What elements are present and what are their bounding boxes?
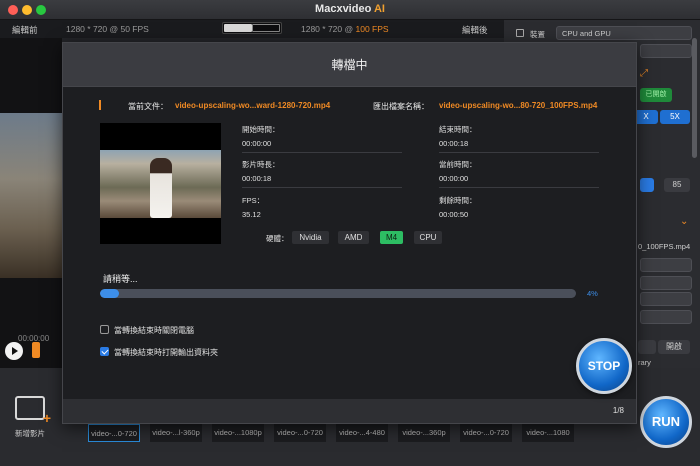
value-field[interactable]: 85 <box>664 178 690 192</box>
remaining-time-label: 剩餘時間： <box>439 196 477 205</box>
add-video-label: 新增影片 <box>15 429 45 438</box>
progress-percent: 4% <box>587 289 598 298</box>
open-folder-button[interactable]: 開啟 <box>658 340 690 354</box>
device-label: 裝置 <box>530 30 545 39</box>
library-text: rary <box>638 358 651 367</box>
folder-select[interactable] <box>640 310 692 324</box>
preview-image <box>0 113 62 278</box>
format-select[interactable] <box>640 258 692 272</box>
device-checkbox[interactable] <box>516 29 524 37</box>
video-preview <box>100 123 221 244</box>
hardware-nvidia[interactable]: Nvidia <box>292 231 329 244</box>
codec-select[interactable] <box>640 292 692 306</box>
start-time-value: 00:00:00 <box>242 139 272 148</box>
app-title-main: Macxvideo <box>315 3 372 15</box>
end-time-label: 結束時間： <box>439 125 477 134</box>
current-file-label: 當前文件： <box>128 102 168 111</box>
compare-toggle[interactable] <box>222 22 282 34</box>
output-filename: 0_100FPS.mp4 <box>638 242 691 251</box>
divider <box>439 187 599 188</box>
fps-label: FPS： <box>242 196 265 205</box>
scale-5x-chip[interactable]: 5X <box>660 110 690 124</box>
hardware-m4[interactable]: M4 <box>380 231 403 244</box>
current-time-value: 00:00:00 <box>439 174 469 183</box>
video-thumbnail[interactable]: video-...4-480 <box>336 424 388 442</box>
add-video-icon <box>15 396 51 426</box>
slider-handle[interactable] <box>640 178 654 192</box>
side-by-side-icon <box>252 24 280 32</box>
video-thumbnail[interactable]: video-...0-720 <box>88 424 140 442</box>
before-label: 編輯前 <box>12 25 38 35</box>
divider <box>242 152 402 153</box>
folder-browse-button[interactable] <box>638 340 656 354</box>
scale-1x-chip[interactable]: X <box>634 110 658 124</box>
model-select[interactable] <box>640 44 692 58</box>
progress-bar <box>100 289 576 298</box>
hardware-cpu[interactable]: CPU <box>414 231 442 244</box>
conversion-dialog: 轉檔中 當前文件： video-upscaling-wo...ward-1280… <box>62 42 637 424</box>
end-time-value: 00:00:18 <box>439 139 469 148</box>
device-select-value: CPU and GPU <box>562 29 611 38</box>
page-indicator: 1/8 <box>612 406 624 415</box>
shutdown-checkbox[interactable] <box>100 325 109 334</box>
video-thumbnail[interactable]: video-...0-720 <box>460 424 512 442</box>
hardware-label: 硬體： <box>266 234 289 243</box>
video-thumbnail[interactable]: video-...1080 <box>522 424 574 442</box>
open-folder-checkbox[interactable] <box>100 347 109 356</box>
video-thumbnail-list: video-...0-720 video-...l-360p video-...… <box>88 424 608 444</box>
quality-select[interactable] <box>640 276 692 290</box>
status-chip: 已開啟 <box>640 88 672 102</box>
open-folder-option-label: 當轉換結束時打開輸出資料夾 <box>114 348 218 357</box>
fps-value: 35.12 <box>242 210 261 219</box>
original-preview: 00:00:00 <box>0 38 62 368</box>
app-title: Macxvideo AI <box>0 3 700 15</box>
current-file-name: video-upscaling-wo...ward-1280-720.mp4 <box>175 101 331 110</box>
dialog-title: 轉檔中 <box>63 43 636 87</box>
video-thumbnail[interactable]: video-...1080p <box>212 424 264 442</box>
divider <box>439 152 599 153</box>
video-thumbnail[interactable]: video-...360p <box>398 424 450 442</box>
shutdown-option-label: 當轉換結束時關閉電腦 <box>114 326 194 335</box>
before-resolution: 1280 * 720 @ 50 FPS <box>66 24 149 34</box>
add-video-button[interactable]: 新增影片 <box>10 396 51 439</box>
duration-value: 00:00:18 <box>242 174 272 183</box>
remaining-time-value: 00:00:50 <box>439 210 469 219</box>
progress-fill <box>100 289 120 298</box>
dialog-body: 當前文件： video-upscaling-wo...ward-1280-720… <box>63 87 636 399</box>
current-time-label: 當前時間： <box>439 160 477 169</box>
split-view-icon <box>224 24 252 32</box>
panel-scrollbar[interactable] <box>692 38 697 158</box>
video-thumbnail[interactable]: video-...l-360p <box>150 424 202 442</box>
preview-scene <box>100 150 221 218</box>
after-resolution-prefix: 1280 * 720 @ <box>301 24 356 34</box>
app-window: Macxvideo AI 編輯前 1280 * 720 @ 50 FPS 128… <box>0 0 700 466</box>
trim-handle[interactable] <box>32 342 40 358</box>
output-name-label: 匯出檔案名稱： <box>373 102 429 111</box>
shutdown-option[interactable]: 當轉換結束時關閉電腦 <box>100 325 194 335</box>
stop-button[interactable]: STOP <box>576 338 632 394</box>
open-folder-option[interactable]: 當轉換結束時打開輸出資料夾 <box>100 347 218 357</box>
wait-text: 請稍等... <box>103 274 138 284</box>
after-resolution-fps: 100 FPS <box>355 24 389 34</box>
start-time-label: 開始時間： <box>242 125 280 134</box>
app-title-ai: AI <box>373 3 385 15</box>
expand-icon[interactable]: ⤢ <box>640 68 648 79</box>
device-select[interactable]: CPU and GPU <box>556 26 692 40</box>
play-icon[interactable] <box>5 342 23 360</box>
after-label: 編輯後 <box>462 25 488 35</box>
dialog-footer: 1/8 <box>63 399 636 423</box>
preview-subject <box>150 158 172 218</box>
divider <box>242 187 402 188</box>
video-thumbnail[interactable]: video-...0-720 <box>274 424 326 442</box>
run-button[interactable]: RUN <box>640 396 692 448</box>
hardware-amd[interactable]: AMD <box>338 231 369 244</box>
after-resolution: 1280 * 720 @ 100 FPS <box>301 24 389 34</box>
output-file-name: video-upscaling-wo...80-720_100FPS.mp4 <box>439 101 598 110</box>
chevron-down-icon[interactable]: ⌄ <box>680 216 688 227</box>
title-bar: Macxvideo AI <box>0 0 700 20</box>
duration-label: 影片時長： <box>242 160 280 169</box>
accent-bar <box>99 100 101 110</box>
